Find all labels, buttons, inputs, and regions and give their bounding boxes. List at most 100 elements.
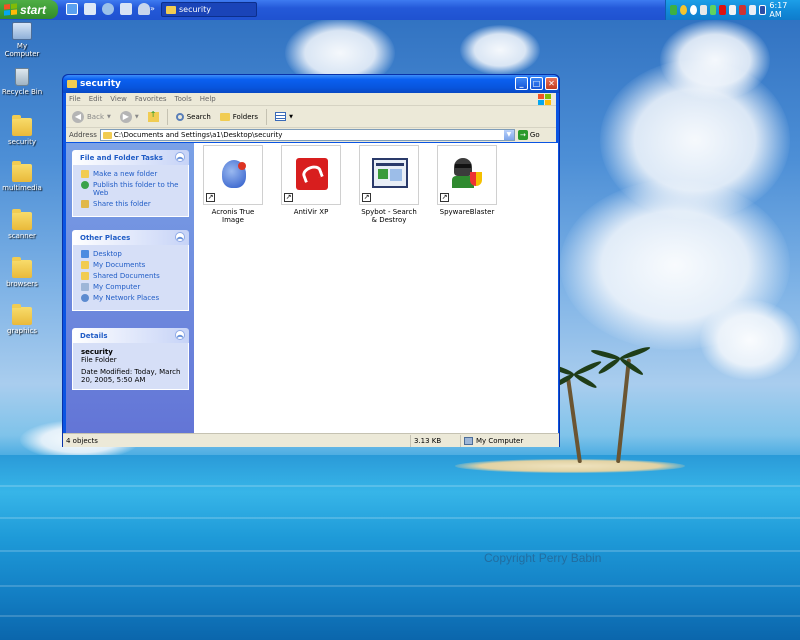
taskbar: start » security 6:17 AM [0,0,800,20]
chevron-icon[interactable]: » [150,4,155,13]
back-arrow-icon: ◀ [72,110,84,123]
file-item-spybot[interactable]: ↗ Spybot - Search & Destroy [358,145,420,224]
desktop-icon-recycle-bin[interactable]: Recycle Bin [0,68,44,96]
publish-folder-link[interactable]: Publish this folder to the Web [81,181,182,197]
go-arrow-icon: → [517,130,528,140]
panel-title: File and Folder Tasks [80,153,163,162]
place-network-link[interactable]: My Network Places [81,294,182,302]
panel-body: security File Folder Date Modified: Toda… [72,343,189,390]
search-button[interactable]: Search [173,111,214,123]
desktop-icon-graphics[interactable]: graphics [0,304,44,335]
palm-frond [618,356,645,377]
share-folder-link[interactable]: Share this folder [81,200,182,208]
toolbar-separator [166,108,168,125]
desktop-icon-multimedia[interactable]: multimedia [0,161,44,192]
panel-body: Desktop My Documents Shared Documents My… [72,245,189,311]
title-bar[interactable]: security _ □ ✕ [63,75,559,93]
status-location: My Computer [461,435,559,447]
cloud [660,20,770,100]
up-button[interactable]: ↑ [145,110,162,124]
quick-launch [66,3,150,15]
share-folder-icon [81,200,89,208]
desktop-icon-my-computer[interactable]: My Computer [0,22,44,58]
tray-icon-update[interactable] [689,5,697,15]
panel-title: Details [80,331,108,340]
place-desktop-link[interactable]: Desktop [81,250,182,258]
file-item-spywareblaster[interactable]: ↗ SpywareBlaster [436,145,498,216]
go-button[interactable]: → Go [517,130,540,140]
forward-button[interactable]: ▶ ▼ [117,109,142,125]
menu-favorites[interactable]: Favorites [135,95,167,103]
folder-icon [12,115,32,136]
tray-icon-security[interactable] [709,5,717,15]
desktop-icon-security[interactable]: security [0,115,44,146]
views-button[interactable]: ▼ [272,110,296,123]
details-name: security [81,348,113,356]
desktop-icon-scanner[interactable]: scanner [0,209,44,240]
globe-icon [81,181,89,189]
panel-title: Other Places [80,233,131,242]
show-desktop-icon[interactable] [84,3,96,15]
internet-explorer-icon[interactable] [66,3,78,15]
panel-header[interactable]: Details ︽ [72,328,189,343]
sandbar-island [455,459,685,473]
status-bar: 4 objects 3.13 KB My Computer [63,433,559,447]
back-label: Back [87,112,104,121]
palm-frond [597,356,622,376]
file-thumbnail: ↗ [203,145,263,205]
panel-header[interactable]: File and Folder Tasks ︽ [72,150,189,165]
taskbar-button-label: security [179,5,211,14]
tray-icon-printer[interactable] [699,5,707,15]
tray-icon-antivir[interactable] [719,5,727,15]
maximize-button[interactable]: □ [530,77,543,90]
tray-icon-spybot[interactable] [679,5,687,15]
tray-icon-volume[interactable] [729,5,737,15]
menu-file[interactable]: File [69,95,81,103]
file-item-antivir[interactable]: ↗ AntiVir XP [280,145,342,216]
tray-icon-network[interactable] [670,5,677,15]
menu-help[interactable]: Help [200,95,216,103]
folder-icon [67,80,77,88]
place-shared-documents-link[interactable]: Shared Documents [81,272,182,280]
menu-view[interactable]: View [110,95,127,103]
tray-icon-blue[interactable] [758,5,767,15]
collapse-icon[interactable]: ︽ [175,232,185,242]
taskbar-button-security[interactable]: security [161,2,257,17]
tray-icon-firewall[interactable] [739,5,746,15]
menu-bar: File Edit View Favorites Tools Help [66,93,556,106]
network-icon[interactable] [120,3,132,15]
media-player-icon[interactable] [102,3,114,15]
menu-edit[interactable]: Edit [89,95,103,103]
address-field[interactable]: C:\Documents and Settings\a1\Desktop\sec… [99,129,515,141]
place-my-documents-link[interactable]: My Documents [81,261,182,269]
file-folder-tasks-panel: File and Folder Tasks ︽ Make a new folde… [72,150,189,217]
start-button[interactable]: start [0,0,58,19]
close-button[interactable]: ✕ [545,77,558,90]
link-label: My Computer [93,283,141,291]
messenger-icon[interactable] [138,3,150,15]
file-thumbnail: ↗ [281,145,341,205]
collapse-icon[interactable]: ︽ [175,330,185,340]
address-dropdown-button[interactable]: ▼ [503,130,514,140]
link-label: Shared Documents [93,272,160,280]
clock[interactable]: 6:17 AM [769,1,792,19]
shortcut-arrow-icon: ↗ [362,193,371,202]
link-label: My Documents [93,261,146,269]
explorer-window: security _ □ ✕ File Edit View Favorites … [62,74,560,447]
minimize-button[interactable]: _ [515,77,528,90]
panel-body: Make a new folder Publish this folder to… [72,165,189,217]
desktop-icon-browsers[interactable]: browsers [0,257,44,288]
panel-header[interactable]: Other Places ︽ [72,230,189,245]
place-my-computer-link[interactable]: My Computer [81,283,182,291]
file-view[interactable]: ↗ Acronis True Image ↗ AntiVir XP ↗ Spyb… [194,143,558,433]
menu-tools[interactable]: Tools [175,95,192,103]
status-size: 3.13 KB [411,434,461,447]
tray-icon-monitor[interactable] [749,5,756,15]
folders-button[interactable]: Folders [217,111,261,123]
make-new-folder-link[interactable]: Make a new folder [81,170,182,178]
back-button[interactable]: ◀ Back ▼ [69,109,114,125]
cloud [700,300,800,380]
file-item-acronis[interactable]: ↗ Acronis True Image [202,145,264,224]
collapse-icon[interactable]: ︽ [175,152,185,162]
address-bar: Address C:\Documents and Settings\a1\Des… [66,128,556,142]
